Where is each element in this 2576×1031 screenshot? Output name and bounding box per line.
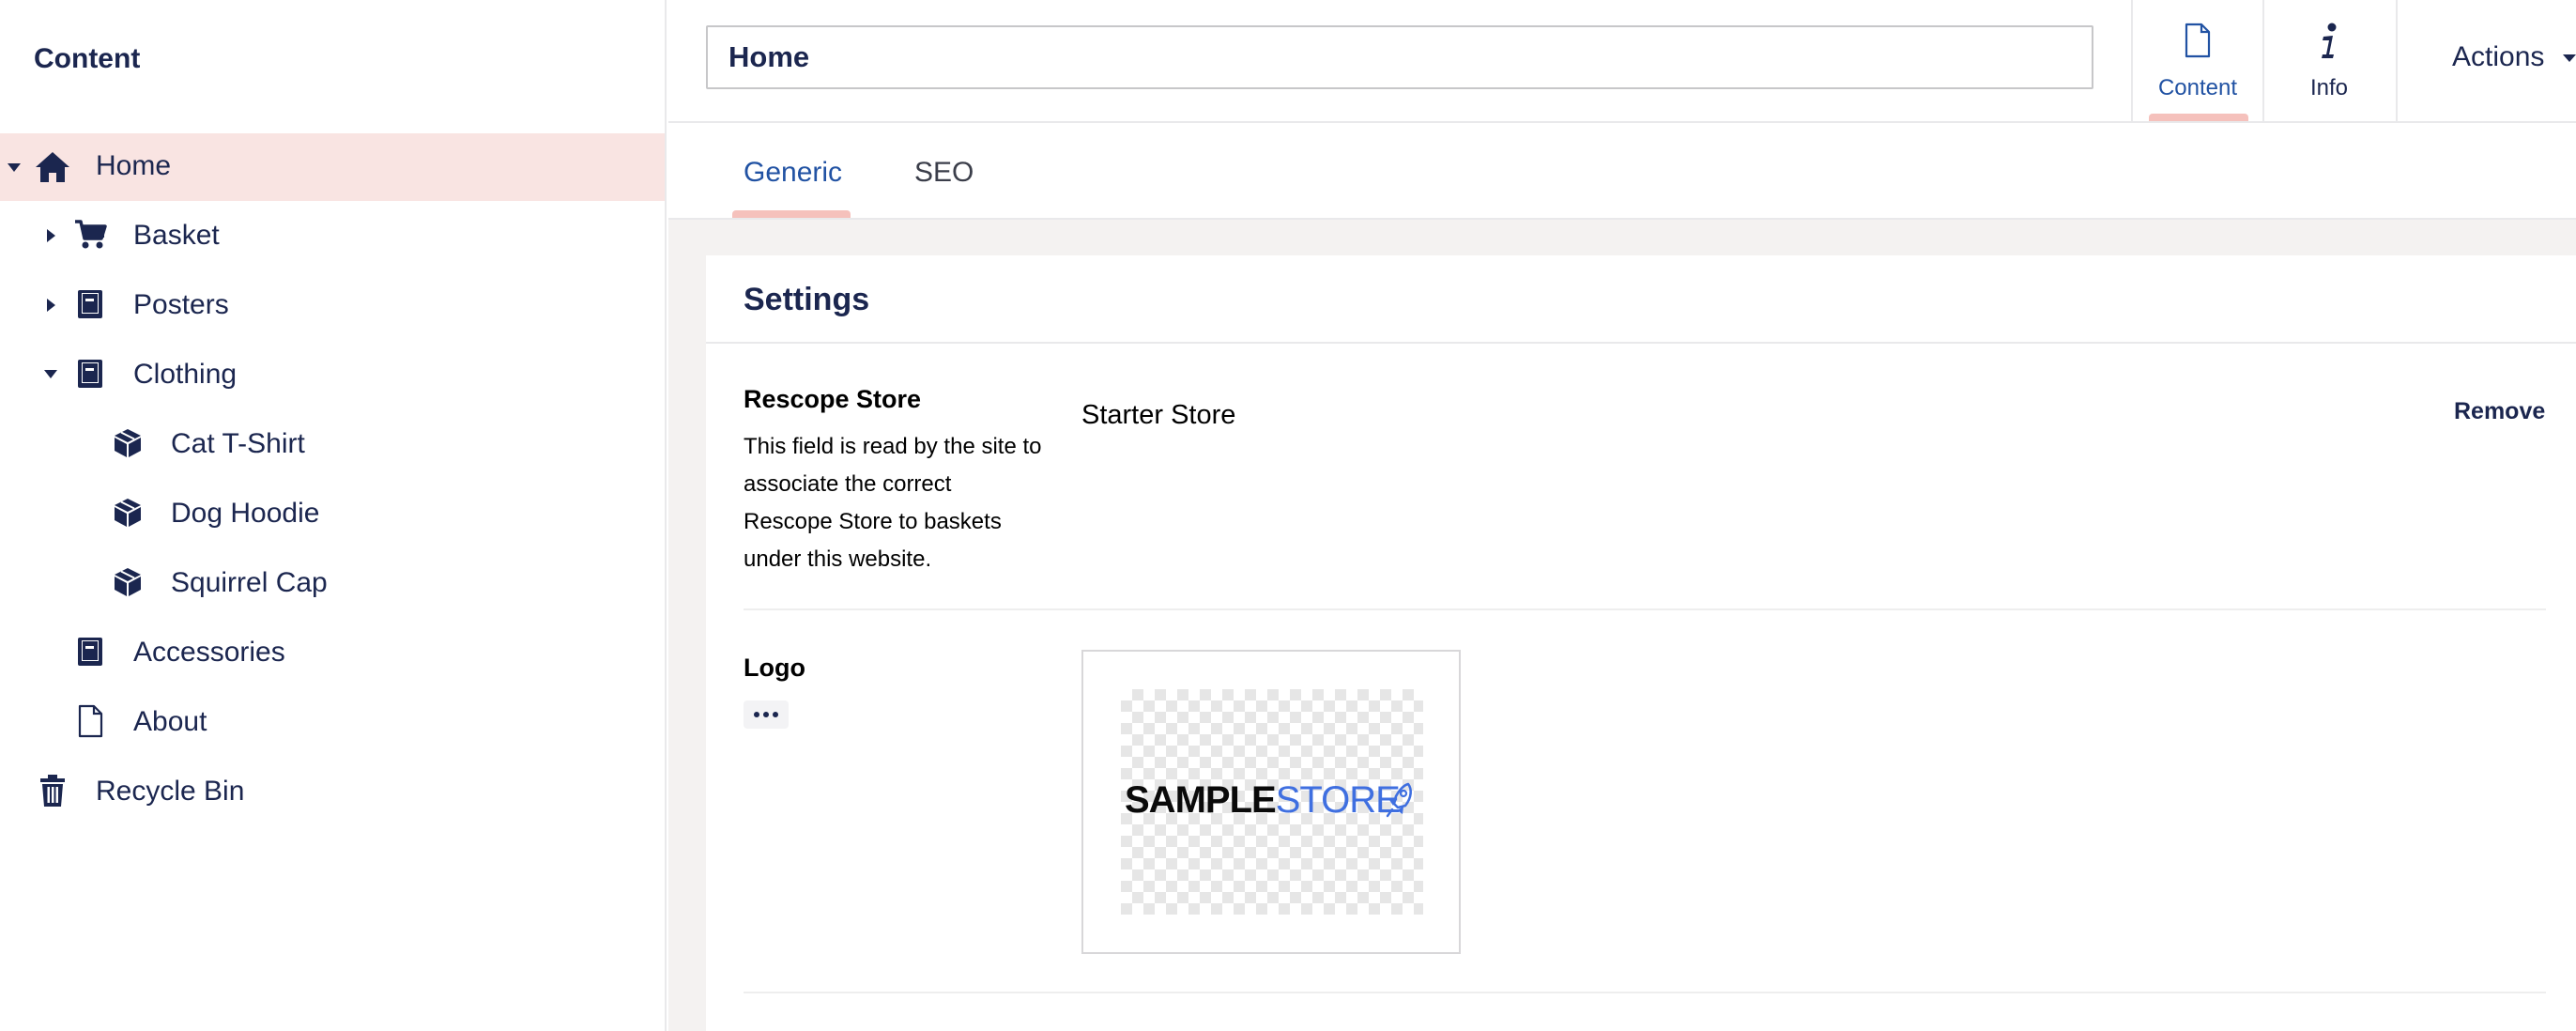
tree-item-squirrel-cap[interactable]: Squirrel Cap	[0, 548, 665, 618]
dot-icon	[754, 712, 759, 717]
info-app-label: Info	[2309, 75, 2349, 100]
rescope-store-value[interactable]: Starter Store	[1081, 400, 1235, 431]
actions-label: Actions	[2452, 41, 2545, 72]
tree-item-label: Recycle Bin	[96, 776, 245, 807]
caret-down-icon[interactable]	[44, 370, 57, 378]
dot-icon	[763, 712, 769, 717]
tree-item-label: Cat T-Shirt	[171, 428, 305, 459]
rescope-store-label: Rescope Store	[744, 385, 922, 413]
editor-header: Content Info Actions	[668, 0, 2576, 123]
active-app-indicator	[2149, 114, 2248, 121]
divider	[744, 608, 2546, 610]
book-icon	[71, 355, 109, 392]
document-icon	[2184, 23, 2212, 63]
settings-panel: Settings Rescope Store This field is rea…	[706, 255, 2576, 1031]
info-icon	[2319, 23, 2339, 65]
tree-item-label: Home	[96, 150, 172, 181]
tree-item-label: Accessories	[133, 637, 285, 668]
caret-down-icon	[2563, 54, 2576, 62]
tree-item-cat-t-shirt[interactable]: Cat T-Shirt	[0, 409, 665, 479]
content-tabs: Generic SEO	[668, 123, 2576, 220]
content-app-button[interactable]: Content	[2131, 0, 2262, 121]
tree-item-label: About	[133, 706, 207, 737]
tree-item-accessories[interactable]: Accessories	[0, 618, 665, 687]
panel-title: Settings	[744, 282, 870, 317]
content-tree-sidebar: Content Home Basket Posters Clothing Cat…	[0, 0, 667, 1031]
content-tree: Home Basket Posters Clothing Cat T-Shirt…	[0, 133, 665, 826]
rescope-store-description: This field is read by the site to associ…	[744, 434, 1042, 572]
info-app-button[interactable]: Info	[2262, 0, 2394, 121]
dot-icon	[773, 712, 778, 717]
logo-media-card[interactable]: SAMPLESTORE	[1081, 650, 1461, 954]
logo-wordmark-bold: SAMPLE	[1125, 779, 1277, 821]
caret-right-icon[interactable]	[47, 229, 55, 242]
home-icon	[34, 148, 71, 186]
divider	[706, 342, 2576, 344]
rocket-icon	[1384, 781, 1418, 823]
tree-item-dog-hoodie[interactable]: Dog Hoodie	[0, 479, 665, 548]
logo-image: SAMPLESTORE	[1121, 689, 1423, 915]
remove-button[interactable]: Remove	[2454, 398, 2545, 425]
book-icon	[71, 285, 109, 323]
tree-item-about[interactable]: About	[0, 687, 665, 757]
tab-generic[interactable]: Generic	[744, 157, 842, 189]
cart-icon	[71, 216, 109, 254]
tree-item-label: Dog Hoodie	[171, 498, 320, 529]
editor-main: Settings Rescope Store This field is rea…	[668, 220, 2576, 1031]
caret-down-icon[interactable]	[8, 163, 21, 172]
tree-item-home[interactable]: Home	[0, 133, 665, 201]
tree-item-clothing[interactable]: Clothing	[0, 340, 665, 409]
logo-label: Logo	[744, 654, 805, 682]
tab-seo[interactable]: SEO	[914, 157, 974, 189]
actions-menu-button[interactable]: Actions	[2396, 0, 2576, 121]
trash-icon	[34, 772, 71, 809]
book-icon	[71, 633, 109, 670]
more-options-button[interactable]	[744, 700, 789, 729]
caret-right-icon[interactable]	[47, 299, 55, 312]
content-app-label: Content	[2157, 75, 2238, 100]
document-icon	[71, 702, 109, 740]
logo-wordmark-light: STORE	[1275, 779, 1401, 821]
box-icon	[109, 494, 146, 531]
divider	[744, 992, 2546, 993]
node-name-input[interactable]	[706, 25, 2093, 89]
active-tab-indicator	[732, 210, 851, 218]
box-icon	[109, 424, 146, 462]
tree-item-posters[interactable]: Posters	[0, 270, 665, 340]
tree-item-label: Squirrel Cap	[171, 567, 328, 598]
tree-item-label: Clothing	[133, 359, 238, 390]
tree-item-label: Basket	[133, 220, 220, 251]
tree-item-recycle-bin[interactable]: Recycle Bin	[0, 757, 665, 826]
tree-item-label: Posters	[133, 289, 229, 320]
box-icon	[109, 563, 146, 601]
logo-wordmark: SAMPLESTORE	[1125, 779, 1401, 822]
sidebar-title: Content	[34, 43, 141, 74]
tree-item-basket[interactable]: Basket	[0, 201, 665, 270]
